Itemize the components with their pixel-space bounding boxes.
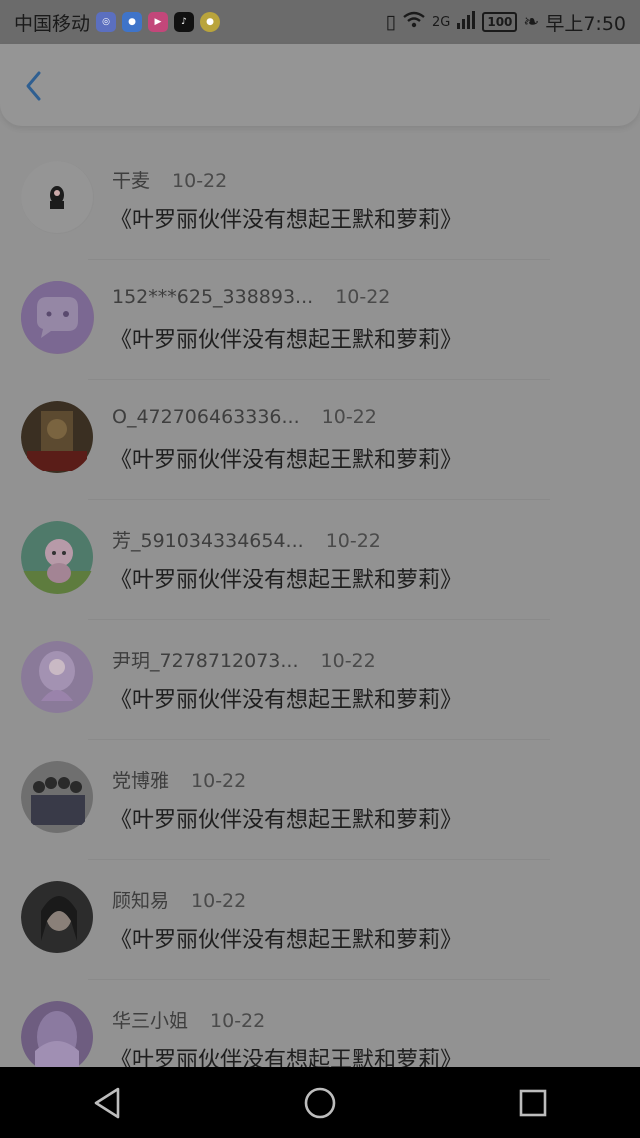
post-date: 10-22: [191, 770, 247, 792]
comment-title[interactable]: 《叶罗丽伙伴没有想起王默和萝莉》: [110, 682, 462, 714]
list-item[interactable]: 党博雅 10-22 《叶罗丽伙伴没有想起王默和萝莉》: [0, 740, 640, 860]
wifi-icon: [402, 11, 426, 34]
list-item[interactable]: 芳_591034334654... 10-22 《叶罗丽伙伴没有想起王默和萝莉》: [0, 500, 640, 620]
avatar: [21, 521, 94, 594]
user-name[interactable]: O_472706463336...: [112, 406, 300, 428]
avatar: [21, 161, 94, 234]
user-name[interactable]: 党博雅: [112, 766, 169, 793]
circle-home-icon: [304, 1087, 336, 1118]
battery-indicator: 100: [482, 12, 518, 32]
video-app-icon: ▶: [148, 12, 169, 32]
user-name[interactable]: 顾知易: [112, 886, 169, 913]
signal-icon: [456, 10, 476, 34]
avatar: [21, 881, 94, 954]
avatar: [21, 401, 94, 474]
carrier-label: 中国移动: [14, 12, 91, 35]
list-item[interactable]: 干麦 10-22 《叶罗丽伙伴没有想起王默和萝莉》: [0, 140, 640, 260]
comment-title[interactable]: 《叶罗丽伙伴没有想起王默和萝莉》: [110, 922, 462, 954]
post-date: 10-22: [172, 170, 228, 192]
comment-title[interactable]: 《叶罗丽伙伴没有想起王默和萝莉》: [110, 202, 462, 234]
avatar: [21, 761, 94, 834]
post-date: 10-22: [321, 406, 377, 428]
vibrate-icon: ▯: [385, 11, 396, 33]
back-button[interactable]: [18, 70, 50, 102]
user-name[interactable]: 芳_591034334654...: [112, 526, 304, 553]
nav-back-button[interactable]: [77, 1073, 137, 1133]
signal-label: 2G: [431, 14, 451, 30]
avatar: [21, 281, 94, 354]
post-date: 10-22: [320, 650, 376, 672]
comment-title[interactable]: 《叶罗丽伙伴没有想起王默和萝莉》: [110, 802, 462, 834]
avatar: [21, 1001, 94, 1074]
clock: 早上7:50: [545, 12, 626, 35]
user-name[interactable]: 干麦: [112, 166, 150, 193]
yellow-app-icon: ●: [200, 12, 221, 32]
tiktok-app-icon: ♪: [174, 12, 195, 32]
blue-app-icon: ●: [122, 12, 143, 32]
post-date: 10-22: [335, 286, 391, 308]
browser-app-icon: ◎: [96, 12, 117, 32]
system-nav-bar: [0, 1067, 640, 1138]
comment-title[interactable]: 《叶罗丽伙伴没有想起王默和萝莉》: [110, 322, 462, 354]
list-item[interactable]: O_472706463336... 10-22 《叶罗丽伙伴没有想起王默和萝莉》: [0, 380, 640, 500]
list-item[interactable]: 152***625_338893... 10-22 《叶罗丽伙伴没有想起王默和萝…: [0, 260, 640, 380]
triangle-back-icon: [94, 1087, 119, 1118]
nav-recents-button[interactable]: [503, 1073, 563, 1133]
top-header: [0, 44, 640, 126]
square-recents-icon: [520, 1089, 547, 1116]
post-date: 10-22: [210, 1010, 266, 1032]
leaf-icon: ❧: [523, 11, 540, 33]
chevron-left-icon: [26, 71, 41, 101]
user-name[interactable]: 尹玥_7278712073...: [112, 646, 299, 673]
user-name[interactable]: 华三小姐: [112, 1006, 188, 1033]
list-item[interactable]: 顾知易 10-22 《叶罗丽伙伴没有想起王默和萝莉》: [0, 860, 640, 980]
nav-home-button[interactable]: [290, 1073, 350, 1133]
avatar: [21, 641, 94, 714]
user-name[interactable]: 152***625_338893...: [112, 286, 313, 308]
comment-title[interactable]: 《叶罗丽伙伴没有想起王默和萝莉》: [110, 562, 462, 594]
post-date: 10-22: [191, 890, 247, 912]
post-date: 10-22: [325, 530, 381, 552]
comment-title[interactable]: 《叶罗丽伙伴没有想起王默和萝莉》: [110, 442, 462, 474]
status-bar: 中国移动 ◎ ● ▶ ♪ ● ▯ 2G 100 ❧ 早上7:50: [0, 0, 640, 44]
list-item[interactable]: 尹玥_7278712073... 10-22 《叶罗丽伙伴没有想起王默和萝莉》: [0, 620, 640, 740]
